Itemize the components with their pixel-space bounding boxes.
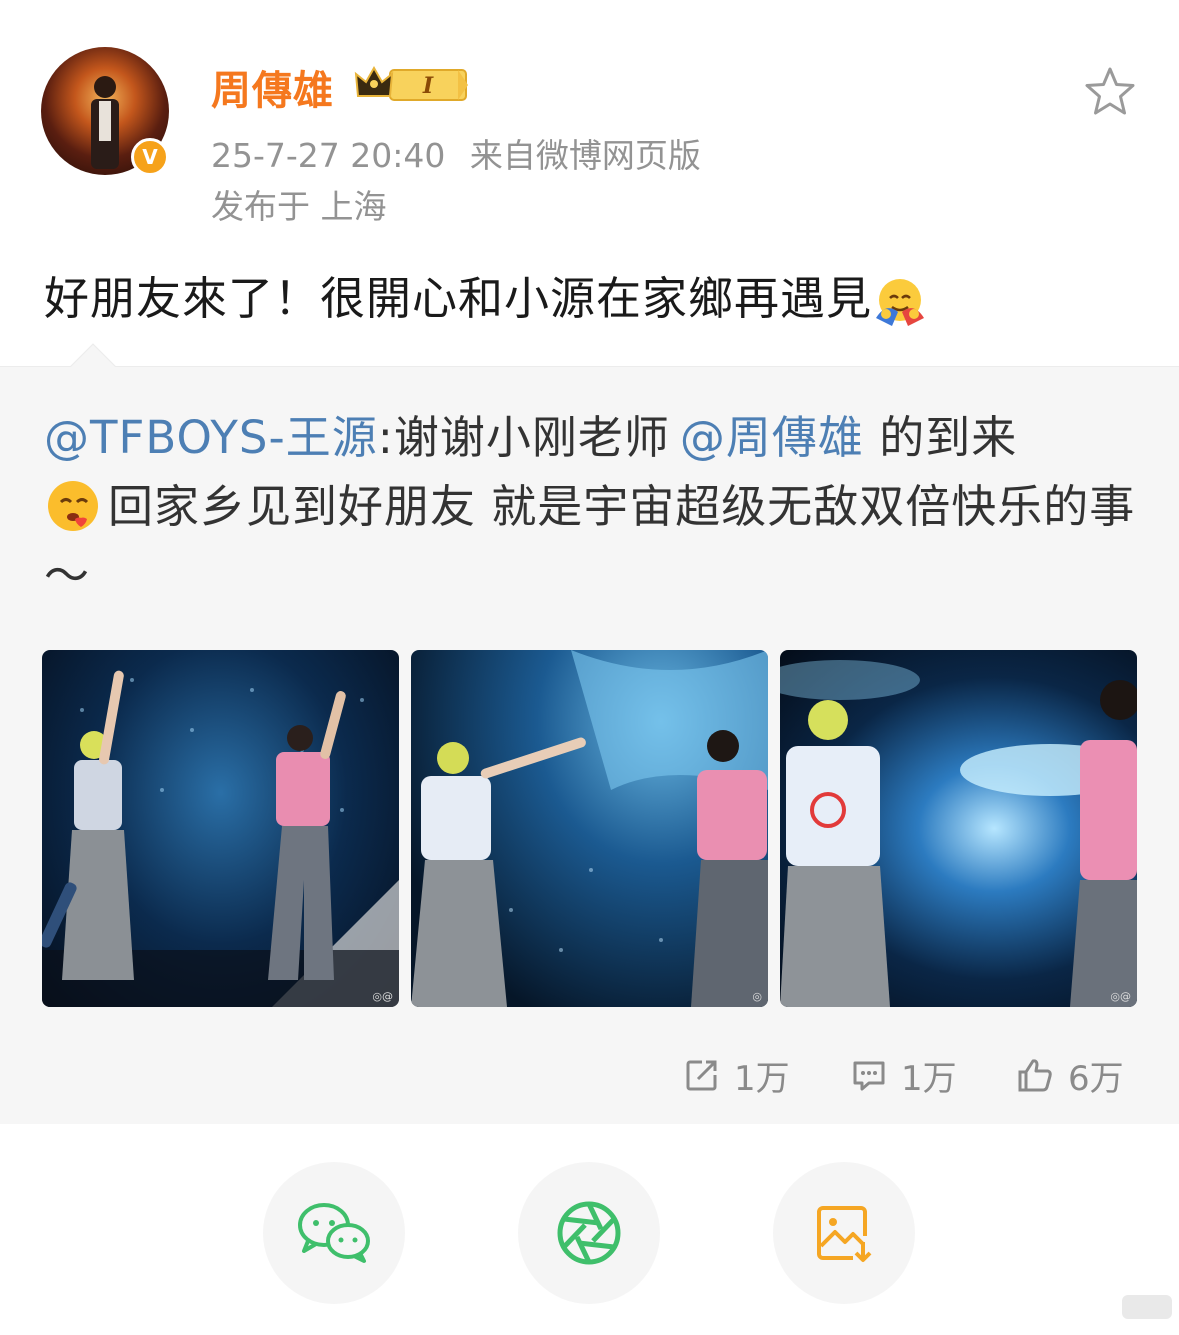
share-wechat-button[interactable] [263,1162,405,1304]
separator: : [377,411,394,464]
repost-photo-3[interactable]: ◎@ [780,650,1137,1007]
repost-icon [686,1060,717,1091]
post-meta: 25-7-27 20:40 来自微博网页版 [211,129,701,177]
thumbs-up-icon [1018,1059,1052,1092]
comment-count: 1万 [901,1058,957,1099]
author-name[interactable]: 周傳雄 [211,58,334,116]
photo-watermark: ◎@ [372,990,393,1003]
like-count-button[interactable]: 6万 [1016,1055,1124,1099]
mention-link[interactable]: @周傳雄 [680,411,864,464]
repost-count-button[interactable]: 1万 [684,1055,790,1099]
favorite-star-icon[interactable] [1082,64,1138,120]
repost-text: @TFBOYS-王源:谢谢小刚老师 @周傳雄 的到来 回家乡见到好朋友 就是宇宙超… [44,403,1144,610]
repost-count: 1万 [734,1058,790,1099]
repost-text-part3: 回家乡见到好朋友 就是宇宙超级无敌双倍快乐的事～ [44,480,1136,602]
repost-photo-1[interactable]: ◎@ [42,650,399,1007]
post-location: 发布于 上海 [211,187,387,226]
comment-count-button[interactable]: 1万 [851,1055,957,1099]
save-image-icon [817,1206,872,1262]
like-count: 6万 [1068,1058,1124,1099]
post-timestamp: 25-7-27 20:40 [211,136,446,175]
share-moments-button[interactable] [518,1162,660,1304]
repost-text-part1: 谢谢小刚老师 [393,411,670,464]
vip-crown-icon: I [354,65,468,101]
post-text-body: 好朋友來了！很開心和小源在家鄉再遇見 [44,272,873,325]
photo-watermark: ◎@ [1110,990,1131,1003]
save-image-button[interactable] [773,1162,915,1304]
face-blowing-kiss-emoji-icon [48,481,98,531]
repost-photo-2[interactable]: ◎ [411,650,768,1007]
moments-icon [557,1201,621,1265]
wechat-icon [298,1203,370,1263]
scrollbar-thumb[interactable] [1122,1295,1172,1319]
repost-text-part2: 的到来 [863,411,1018,464]
verified-badge-icon: V [131,138,169,176]
comment-icon [853,1061,885,1091]
post-text: 好朋友來了！很開心和小源在家鄉再遇見 [44,262,928,330]
post-source: 来自微博网页版 [469,136,701,175]
photo-watermark: ◎ [752,990,762,1003]
repost-author-mention[interactable]: @TFBOYS-王源 [44,411,378,464]
hugging-face-emoji-icon [876,279,925,326]
svg-text:I: I [422,73,434,99]
weibo-post-card: V 周傳雄 I 25-7-27 20:40 来自微博网页版 发布于 上海 好朋友… [0,0,1179,1335]
